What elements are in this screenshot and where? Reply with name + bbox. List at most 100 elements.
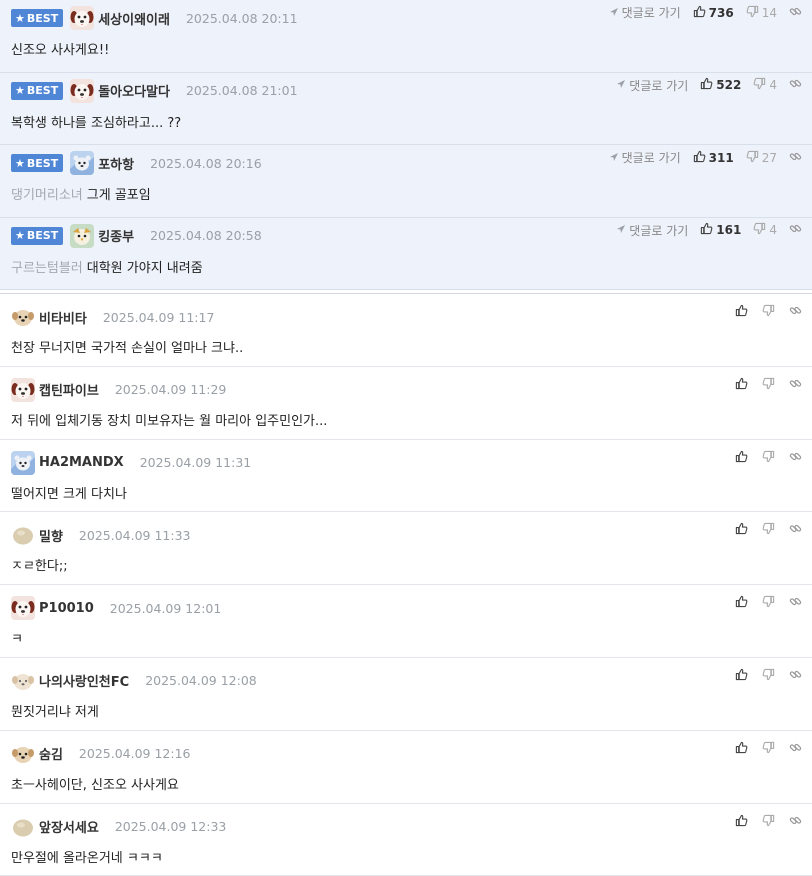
dislike-button[interactable] bbox=[762, 741, 775, 757]
reply-target[interactable]: 구르는텀블러 bbox=[11, 261, 83, 276]
dislike-button[interactable]: 14 bbox=[746, 5, 777, 21]
comment-text: 저 뒤에 입체기동 장치 미보유자는 월 마리아 입주민인가... bbox=[11, 413, 328, 429]
like-button[interactable]: 161 bbox=[700, 222, 741, 238]
go-to-comment-link[interactable]: 댓글로 가기 bbox=[616, 222, 688, 239]
comment-header: 나의사랑인천FC 2025.04.09 12:08 bbox=[11, 668, 812, 693]
comment-body: 댕기머리소녀 그게 골포임 bbox=[11, 184, 151, 203]
link-icon[interactable] bbox=[789, 450, 802, 466]
thumbs-up-icon bbox=[735, 304, 748, 320]
thumbs-down-icon bbox=[762, 304, 775, 320]
thumbs-down-icon bbox=[746, 5, 759, 21]
link-icon[interactable] bbox=[789, 377, 802, 393]
dislike-button[interactable] bbox=[762, 522, 775, 538]
go-to-comment-link[interactable]: 댓글로 가기 bbox=[609, 149, 681, 166]
like-button[interactable] bbox=[735, 304, 748, 320]
comment-body: 복학생 하나를 조심하라고... ?? bbox=[11, 112, 181, 131]
comment-header: 숨김 2025.04.09 12:16 bbox=[11, 741, 812, 766]
link-icon[interactable] bbox=[789, 77, 802, 93]
like-button[interactable]: 736 bbox=[693, 5, 734, 21]
avatar[interactable] bbox=[11, 305, 35, 329]
comment-row: 캡틴파이브 2025.04.09 11:29 저 뒤에 입체기동 장치 미보유자… bbox=[0, 366, 812, 440]
nickname[interactable]: P10010 bbox=[39, 601, 94, 616]
comment-date: 2025.04.08 20:58 bbox=[150, 228, 262, 243]
like-button[interactable] bbox=[735, 377, 748, 393]
avatar[interactable] bbox=[11, 814, 35, 839]
go-to-comment-link[interactable]: 댓글로 가기 bbox=[609, 4, 681, 21]
thumbs-up-icon bbox=[700, 222, 713, 238]
nickname[interactable]: 밀향 bbox=[39, 526, 63, 545]
dislike-button[interactable] bbox=[762, 450, 775, 466]
nickname[interactable]: 돌아오다말다 bbox=[98, 81, 170, 100]
avatar[interactable] bbox=[11, 668, 35, 693]
link-icon[interactable] bbox=[789, 814, 802, 830]
reply-target[interactable]: 댕기머리소녀 bbox=[11, 188, 83, 203]
link-icon[interactable] bbox=[789, 595, 802, 611]
avatar[interactable] bbox=[70, 78, 95, 103]
like-count: 311 bbox=[708, 150, 734, 165]
dislike-button[interactable]: 4 bbox=[753, 77, 777, 93]
link-icon[interactable] bbox=[789, 741, 802, 757]
nickname[interactable]: 비타비타 bbox=[39, 308, 87, 327]
nickname[interactable]: 숨김 bbox=[39, 744, 63, 763]
link-icon[interactable] bbox=[789, 522, 802, 538]
like-button[interactable] bbox=[735, 668, 748, 684]
avatar[interactable] bbox=[11, 523, 35, 548]
comment-body: ㅋ bbox=[11, 628, 23, 647]
nickname[interactable]: 포하항 bbox=[98, 154, 134, 173]
dislike-button[interactable] bbox=[762, 304, 775, 320]
comment-body: 구르는텀블러 대학원 가야지 내려줌 bbox=[11, 257, 203, 276]
like-button[interactable] bbox=[735, 450, 748, 466]
nickname[interactable]: 킹종부 bbox=[98, 226, 134, 245]
link-icon[interactable] bbox=[789, 150, 802, 166]
link-icon[interactable] bbox=[789, 5, 802, 21]
best-badge-label: BEST bbox=[26, 11, 59, 25]
comment-body: 저 뒤에 입체기동 장치 미보유자는 월 마리아 입주민인가... bbox=[11, 410, 327, 429]
avatar[interactable] bbox=[11, 741, 35, 766]
dislike-button[interactable]: 27 bbox=[746, 150, 777, 166]
like-button[interactable]: 311 bbox=[693, 150, 734, 166]
like-button[interactable]: 522 bbox=[700, 77, 741, 93]
comment-body: 신조오 사사게요!! bbox=[11, 39, 109, 58]
dislike-button[interactable] bbox=[762, 668, 775, 684]
nickname[interactable]: 캡틴파이브 bbox=[39, 380, 99, 399]
avatar[interactable] bbox=[70, 151, 95, 175]
dislike-button[interactable] bbox=[762, 814, 775, 830]
link-icon[interactable] bbox=[789, 668, 802, 684]
link-icon[interactable] bbox=[789, 222, 802, 238]
like-button[interactable] bbox=[735, 741, 748, 757]
best-comment: ★ BEST 돌아오다말다 2025.04.08 21:01 댓글로 가기 522… bbox=[0, 72, 812, 145]
nickname[interactable]: 앞장서세요 bbox=[39, 817, 99, 836]
comment-row: 나의사랑인천FC 2025.04.09 12:08 뭔짓거리냐 저게 bbox=[0, 657, 812, 731]
comment-actions bbox=[735, 595, 802, 611]
nickname[interactable]: 나의사랑인천FC bbox=[39, 671, 129, 690]
arrow-icon bbox=[616, 78, 626, 92]
comment-actions: 댓글로 가기 736 14 bbox=[609, 4, 802, 21]
avatar[interactable] bbox=[70, 6, 95, 30]
dislike-button[interactable]: 4 bbox=[753, 222, 777, 238]
like-button[interactable] bbox=[735, 522, 748, 538]
like-count: 736 bbox=[708, 5, 734, 20]
star-icon: ★ bbox=[15, 84, 25, 97]
best-badge-label: BEST bbox=[26, 156, 59, 170]
avatar[interactable] bbox=[11, 450, 35, 475]
avatar[interactable] bbox=[11, 596, 35, 621]
comment-header: 캡틴파이브 2025.04.09 11:29 bbox=[11, 377, 812, 402]
like-button[interactable] bbox=[735, 814, 748, 830]
link-icon[interactable] bbox=[789, 304, 802, 320]
comment-actions bbox=[735, 304, 802, 320]
go-to-comment-link[interactable]: 댓글로 가기 bbox=[616, 77, 688, 94]
dislike-button[interactable] bbox=[762, 377, 775, 393]
like-button[interactable] bbox=[735, 595, 748, 611]
avatar[interactable] bbox=[70, 223, 95, 248]
comment-date: 2025.04.09 12:01 bbox=[109, 600, 222, 616]
comment-row: 밀향 2025.04.09 11:33 ㅈㄹ한다;; bbox=[0, 512, 812, 586]
nickname[interactable]: 세상이왜이래 bbox=[98, 9, 170, 28]
best-comment: ★ BEST 세상이왜이래 2025.04.08 20:11 댓글로 가기 736… bbox=[0, 0, 812, 73]
comment-text: 복학생 하나를 조심하라고... ?? bbox=[11, 115, 182, 131]
comment-row: HA2MANDX 2025.04.09 11:31 떨어지면 크게 다치나 bbox=[0, 439, 812, 513]
nickname[interactable]: HA2MANDX bbox=[39, 455, 124, 470]
comment-body: 만우절에 올라온거네 ㅋㅋㅋ bbox=[11, 847, 163, 866]
avatar[interactable] bbox=[11, 377, 35, 402]
dislike-button[interactable] bbox=[762, 595, 775, 611]
best-comment: ★ BEST 킹종부 2025.04.08 20:58 댓글로 가기 161 4 … bbox=[0, 217, 812, 290]
